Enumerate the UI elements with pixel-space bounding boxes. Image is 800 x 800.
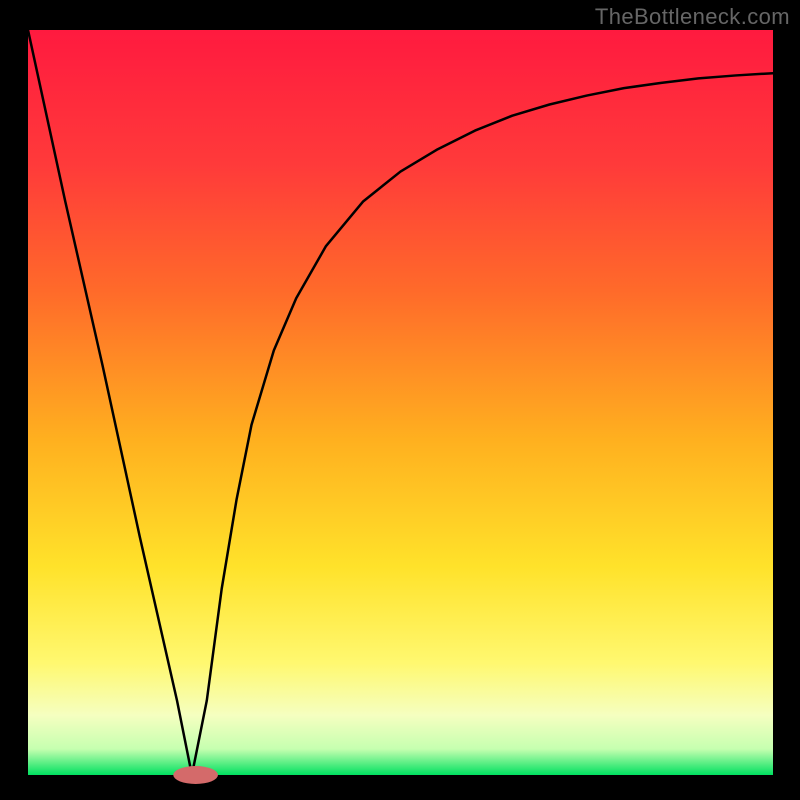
bottleneck-chart [0, 0, 800, 800]
attribution-text: TheBottleneck.com [595, 4, 790, 30]
plot-background [28, 30, 773, 775]
chart-frame: TheBottleneck.com [0, 0, 800, 800]
optimum-marker [173, 766, 218, 784]
